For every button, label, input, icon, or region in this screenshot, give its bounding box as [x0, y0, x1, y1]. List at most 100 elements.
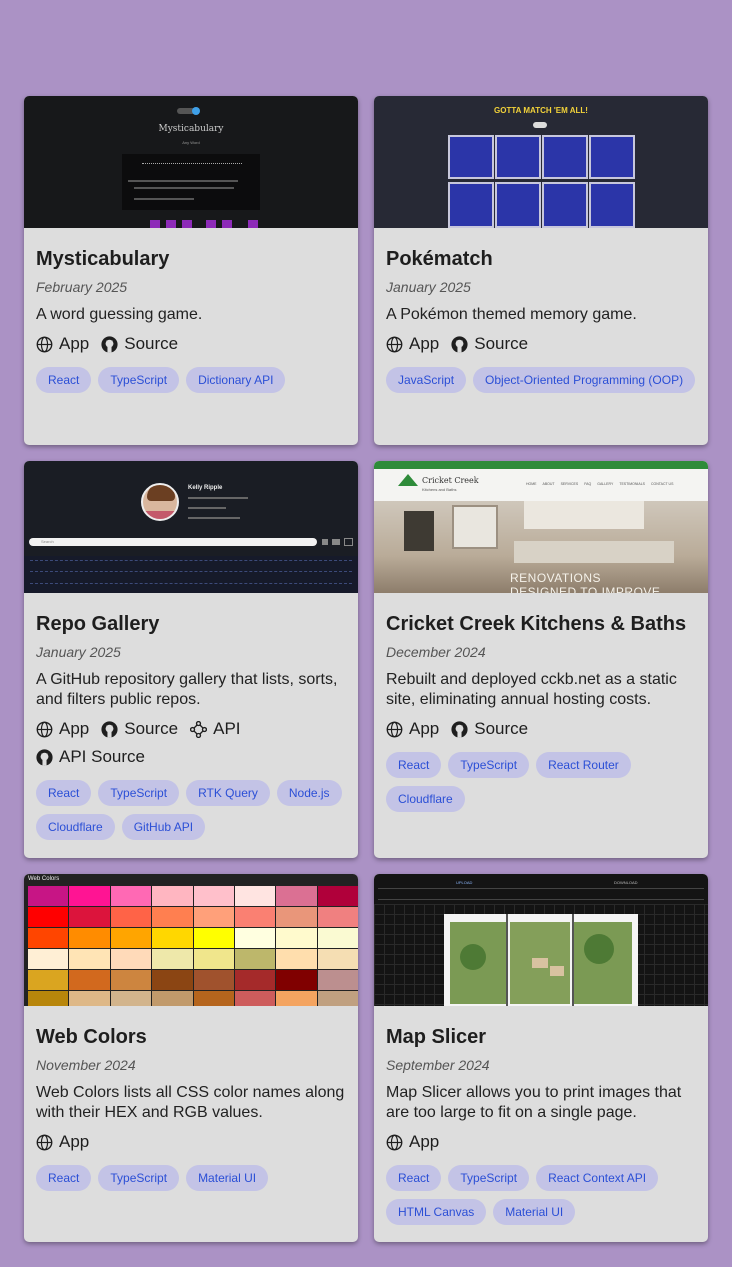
project-tags: React TypeScript Dictionary API — [36, 367, 346, 393]
thumb-upload: UPLOAD — [456, 880, 473, 885]
app-link[interactable]: App — [386, 719, 439, 739]
thumb-subtitle: Any Word — [182, 140, 200, 145]
app-link[interactable]: App — [36, 334, 89, 354]
color-swatch — [152, 928, 193, 948]
project-thumbnail[interactable]: Cricket Creek Kitchens and Baths HOME AB… — [374, 461, 708, 593]
color-swatch — [234, 907, 276, 927]
color-swatch — [234, 991, 276, 1006]
project-card-web-colors: Web Colors Web Colors November 2024 Web … — [24, 874, 358, 1242]
thumb-nav: HOME ABOUT SERVICES FAQ GALLERY TESTIMON… — [526, 482, 673, 486]
tag[interactable]: TypeScript — [448, 1165, 530, 1191]
color-swatch — [110, 886, 152, 906]
color-swatch — [110, 928, 152, 948]
app-link[interactable]: App — [386, 334, 439, 354]
tag[interactable]: React — [36, 1165, 92, 1191]
globe-icon — [36, 336, 53, 352]
source-link-label: Source — [124, 719, 179, 738]
project-thumbnail[interactable]: Web Colors — [24, 874, 358, 1006]
tag[interactable]: HTML Canvas — [386, 1199, 487, 1225]
tag[interactable]: JavaScript — [386, 367, 467, 393]
nav-item: FAQ — [584, 482, 592, 486]
project-thumbnail[interactable]: GOTTA MATCH 'EM ALL! — [374, 96, 708, 228]
project-title: Repo Gallery — [36, 613, 160, 635]
source-link-label: Source — [474, 334, 529, 353]
project-title: Cricket Creek Kitchens & Baths — [386, 613, 687, 635]
color-swatch — [28, 991, 69, 1006]
app-link[interactable]: App — [36, 1132, 89, 1152]
color-swatch — [276, 886, 317, 906]
source-link[interactable]: Source — [451, 719, 528, 739]
tag[interactable]: Material UI — [186, 1165, 269, 1191]
color-swatch — [110, 949, 152, 969]
nav-item: SERVICES — [560, 482, 579, 486]
thumb-title: GOTTA MATCH 'EM ALL! — [494, 106, 588, 115]
globe-icon — [36, 721, 53, 737]
thumb-title: Mysticabulary — [158, 124, 224, 134]
thumb-download: DOWNLOAD — [614, 880, 638, 885]
project-date: January 2025 — [386, 279, 471, 295]
app-link[interactable]: App — [36, 719, 89, 739]
project-thumbnail[interactable]: UPLOAD DOWNLOAD — [374, 874, 708, 1006]
nav-item: GALLERY — [597, 482, 614, 486]
color-swatch — [317, 886, 358, 906]
tag[interactable]: React — [36, 780, 92, 806]
api-source-link[interactable]: API Source — [36, 747, 145, 767]
avatar — [141, 483, 179, 521]
tag[interactable]: Cloudflare — [386, 786, 465, 812]
color-swatch — [234, 970, 276, 990]
app-link-label: App — [59, 334, 90, 353]
tag[interactable]: React — [386, 1165, 442, 1191]
tag[interactable]: Cloudflare — [36, 814, 115, 840]
tag[interactable]: React Context API — [536, 1165, 659, 1191]
source-link[interactable]: Source — [451, 334, 528, 354]
color-swatch — [193, 928, 234, 948]
source-link[interactable]: Source — [101, 719, 178, 739]
tag[interactable]: TypeScript — [98, 1165, 180, 1191]
tag[interactable]: GitHub API — [121, 814, 206, 840]
github-icon — [451, 335, 468, 353]
color-swatch — [69, 991, 110, 1006]
project-date: February 2025 — [36, 279, 128, 295]
api-link[interactable]: API — [190, 719, 241, 739]
tag[interactable]: TypeScript — [98, 367, 180, 393]
tag[interactable]: React — [36, 367, 92, 393]
color-swatch — [317, 949, 358, 969]
project-title: Pokématch — [386, 248, 493, 270]
project-title: Mysticabulary — [36, 248, 170, 270]
project-description: Rebuilt and deployed cckb.net as a stati… — [386, 671, 677, 708]
color-swatch — [234, 886, 276, 906]
project-description: Map Slicer allows you to print images th… — [386, 1084, 682, 1121]
api-link-label: API — [213, 719, 241, 738]
color-swatch — [234, 928, 276, 948]
project-links: App Source — [386, 334, 696, 354]
app-link-label: App — [409, 334, 440, 353]
project-card-map-slicer: UPLOAD DOWNLOAD Map Slicer September 202… — [374, 874, 708, 1242]
project-thumbnail[interactable]: Mysticabulary Any Word — [24, 96, 358, 228]
github-icon — [101, 720, 118, 738]
tag[interactable]: Material UI — [493, 1199, 576, 1225]
project-description: A word guessing game. — [36, 306, 203, 323]
project-description: Web Colors lists all CSS color names alo… — [36, 1084, 345, 1121]
color-swatch — [110, 970, 152, 990]
tag[interactable]: RTK Query — [186, 780, 270, 806]
tag[interactable]: Dictionary API — [186, 367, 286, 393]
tag[interactable]: Object-Oriented Programming (OOP) — [473, 367, 696, 393]
project-tags: React TypeScript React Context API HTML … — [386, 1165, 696, 1225]
color-swatch — [152, 991, 193, 1006]
app-link[interactable]: App — [386, 1132, 439, 1152]
tag[interactable]: Node.js — [276, 780, 342, 806]
tag[interactable]: React Router — [536, 752, 631, 778]
tag[interactable]: React — [386, 752, 442, 778]
tag[interactable]: TypeScript — [98, 780, 180, 806]
color-swatch — [69, 949, 110, 969]
logo — [398, 474, 418, 486]
color-swatch — [276, 949, 317, 969]
color-swatch — [234, 949, 276, 969]
color-swatch — [110, 907, 152, 927]
tag[interactable]: TypeScript — [448, 752, 530, 778]
source-link[interactable]: Source — [101, 334, 178, 354]
project-date: November 2024 — [36, 1057, 136, 1073]
color-swatch — [152, 907, 193, 927]
project-links: App Source API API Source — [36, 719, 346, 767]
project-thumbnail[interactable]: Kelly Ripple Search — [24, 461, 358, 593]
